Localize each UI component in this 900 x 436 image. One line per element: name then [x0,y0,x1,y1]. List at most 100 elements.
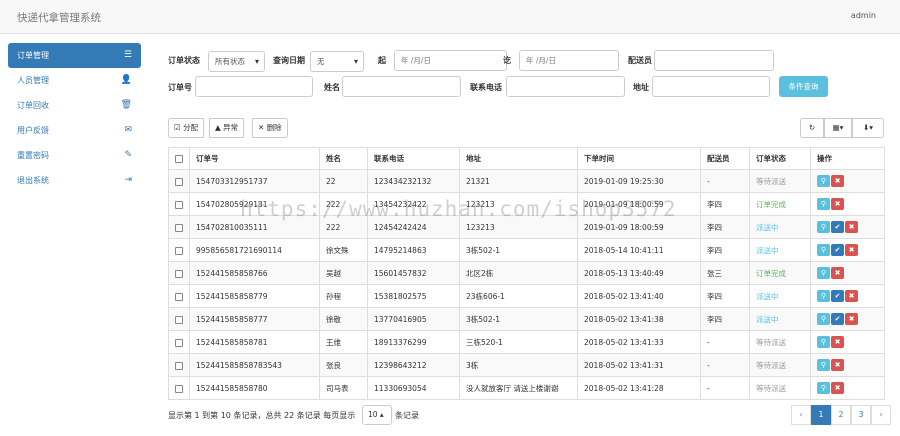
page-1-button[interactable]: 1 [811,405,831,425]
sidebar-item-label: 订单回收 [17,101,49,110]
query-button[interactable]: 条件查询 [779,76,828,97]
table-row[interactable]: 152441585858766 吴越 15601457832 北区2栋 2018-05-… [168,261,885,285]
search-icon[interactable]: ⚲ [817,198,830,210]
from-date-input[interactable]: 年 /月/日 [394,50,507,71]
close-icon[interactable]: ✖ [845,221,858,233]
cell-time: 2019-01-09 18:00:59 [577,215,701,239]
row-actions: ⚲ ✖ [810,353,885,377]
table-row[interactable]: 152441585858780 司马表 11330693054 没人就放客厅 请送上楼… [168,376,885,400]
check-square-icon: ☑ [174,123,181,132]
table-row[interactable]: 152441585858779 孙程 15381802575 23栋606-1 2018… [168,284,885,308]
col-courier[interactable]: 配送员 [700,147,750,170]
search-icon[interactable]: ⚲ [817,313,830,325]
phone-input[interactable] [506,76,625,97]
prev-page-button[interactable]: ‹ [791,405,811,425]
search-icon[interactable]: ⚲ [817,359,830,371]
list-icon: ☰ [123,50,132,60]
col-phone[interactable]: 联系电话 [367,147,460,170]
close-icon[interactable]: ✖ [845,244,858,256]
cell-name: 吴越 [319,261,368,285]
cell-addr: 北区2栋 [459,261,578,285]
sidebar-item[interactable]: 订单管理 ☰ [8,43,141,68]
select-all-checkbox[interactable] [168,147,190,170]
table-row[interactable]: 995856581721690114 徐文殊 14795214863 3栋502-1 2… [168,238,885,262]
row-checkbox[interactable] [168,376,190,400]
search-icon[interactable]: ⚲ [817,382,830,394]
row-checkbox[interactable] [168,215,190,239]
user-icon: 👤 [120,75,132,85]
search-icon[interactable]: ⚲ [817,221,830,233]
address-input[interactable] [652,76,770,97]
col-status[interactable]: 订单状态 [749,147,811,170]
export-icon[interactable]: ⬇▾ [852,118,884,138]
close-icon[interactable]: ✖ [845,313,858,325]
table-row[interactable]: 154703312951737 22 123434232132 21321 2019-0… [168,169,885,193]
name-input[interactable] [342,76,461,97]
sidebar-item[interactable]: 重置密码 ✎ [8,143,141,168]
row-checkbox[interactable] [168,261,190,285]
next-page-button[interactable]: › [871,405,891,425]
status-select[interactable]: 所有状态 [208,51,265,72]
phone-label: 联系电话 [470,83,502,92]
page-size-select[interactable]: 10 ▴ [362,405,392,425]
cell-phone: 13770416905 [367,307,460,331]
check-icon[interactable]: ✔ [831,313,844,325]
orders-table: 订单号 姓名 联系电话 地址 下单时间 配送员 订单状态 操作 15470331… [168,147,885,400]
sidebar-item[interactable]: 用户反馈 ✉ [8,118,141,143]
row-checkbox[interactable] [168,353,190,377]
search-icon[interactable]: ⚲ [817,175,830,187]
table-row[interactable]: 152441585858783543 张良 12398643212 3栋 2018-05… [168,353,885,377]
row-checkbox[interactable] [168,192,190,216]
close-icon[interactable]: ✖ [831,359,844,371]
row-checkbox[interactable] [168,307,190,331]
table-row[interactable]: 154702810035111 222 12454242424 123213 2019-… [168,215,885,239]
col-time[interactable]: 下单时间 [577,147,701,170]
name-label: 姓名 [324,83,340,92]
col-name[interactable]: 姓名 [319,147,368,170]
sidebar-item[interactable]: 退出系统 ⇥ [8,168,141,193]
sidebar-item-label: 用户反馈 [17,126,49,135]
close-icon[interactable]: ✖ [831,382,844,394]
date-select[interactable]: 无 [310,51,364,72]
cell-name: 司马表 [319,376,368,400]
columns-icon[interactable]: ▦▾ [824,118,852,138]
search-icon[interactable]: ⚲ [817,336,830,348]
close-icon[interactable]: ✖ [845,290,858,302]
courier-input[interactable] [654,50,774,71]
cell-status: 派送中 [749,215,811,239]
close-icon[interactable]: ✖ [831,267,844,279]
sidebar-item-label: 人员管理 [17,76,49,85]
table-row[interactable]: 152441585858777 徐敬 13770416905 3栋502-1 2018-… [168,307,885,331]
col-address[interactable]: 地址 [459,147,578,170]
row-checkbox[interactable] [168,284,190,308]
table-row[interactable]: 152441585858781 王维 18913376299 三栋520-1 2018-… [168,330,885,354]
search-icon[interactable]: ⚲ [817,290,830,302]
delete-button[interactable]: ✕ 删除 [252,118,288,138]
abnormal-button[interactable]: ▲ 异常 [209,118,245,138]
user-menu[interactable]: admin [851,11,876,20]
refresh-icon[interactable]: ↻ [800,118,824,138]
cell-time: 2019-01-09 19:25:30 [577,169,701,193]
row-checkbox[interactable] [168,330,190,354]
page-3-button[interactable]: 3 [851,405,871,425]
assign-button[interactable]: ☑ 分配 [168,118,205,138]
cell-order: 154702805929131 [189,192,320,216]
search-icon[interactable]: ⚲ [817,244,830,256]
sidebar-item[interactable]: 人员管理 👤 [8,68,141,93]
col-order-no[interactable]: 订单号 [189,147,320,170]
table-row[interactable]: 154702805929131 222 13454232422 123213 2019-… [168,192,885,216]
sidebar-item[interactable]: 订单回收 🗑 [8,93,141,118]
order-no-input[interactable] [195,76,313,97]
search-icon[interactable]: ⚲ [817,267,830,279]
check-icon[interactable]: ✔ [831,244,844,256]
close-icon[interactable]: ✖ [831,175,844,187]
row-checkbox[interactable] [168,169,190,193]
row-checkbox[interactable] [168,238,190,262]
close-icon[interactable]: ✖ [831,198,844,210]
check-icon[interactable]: ✔ [831,290,844,302]
to-label: 讫 [503,56,511,65]
check-icon[interactable]: ✔ [831,221,844,233]
to-date-input[interactable]: 年 /月/日 [519,50,619,71]
close-icon[interactable]: ✖ [831,336,844,348]
page-2-button[interactable]: 2 [831,405,851,425]
